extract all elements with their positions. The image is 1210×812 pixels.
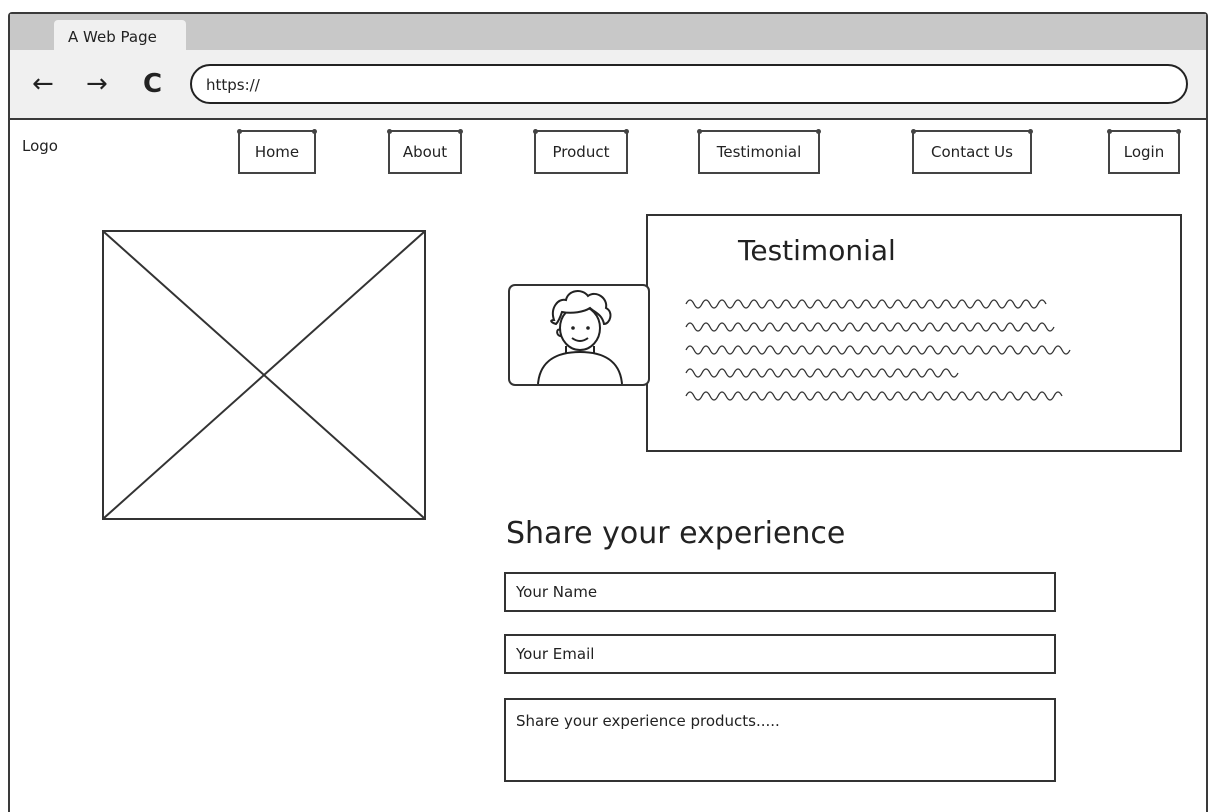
logo: Logo xyxy=(22,137,58,155)
address-bar[interactable]: https:// xyxy=(190,64,1188,104)
tab-strip xyxy=(10,14,1206,50)
nav-about-button[interactable]: About xyxy=(387,129,463,174)
reload-icon[interactable]: C xyxy=(143,69,162,99)
browser-tab[interactable]: A Web Page xyxy=(54,20,186,52)
testimonial-title: Testimonial xyxy=(738,234,896,267)
nav-product-button[interactable]: Product xyxy=(533,129,629,174)
image-placeholder-icon xyxy=(104,232,424,518)
avatar xyxy=(508,284,650,386)
email-field[interactable]: Your Email xyxy=(504,634,1056,674)
back-arrow-icon[interactable]: ← xyxy=(32,69,54,99)
placeholder-text-squiggle-icon xyxy=(685,299,1071,401)
nav-testimonial-button[interactable]: Testimonial xyxy=(697,129,821,174)
person-avatar-icon xyxy=(537,290,623,384)
image-placeholder xyxy=(102,230,426,520)
login-button[interactable]: Login xyxy=(1107,129,1181,174)
nav-contact-button[interactable]: Contact Us xyxy=(911,129,1033,174)
experience-textarea[interactable]: Share your experience products..... xyxy=(504,698,1056,782)
testimonial-body xyxy=(684,292,1084,406)
share-heading: Share your experience xyxy=(506,516,846,551)
forward-arrow-icon[interactable]: → xyxy=(86,69,108,99)
name-field[interactable]: Your Name xyxy=(504,572,1056,612)
nav-home-button[interactable]: Home xyxy=(237,129,317,174)
